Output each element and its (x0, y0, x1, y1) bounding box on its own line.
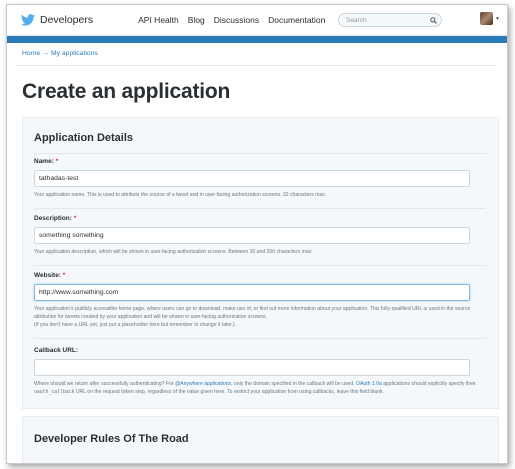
callback-input[interactable] (34, 359, 470, 376)
divider (17, 65, 497, 66)
page-title: Create an application (22, 80, 231, 103)
browser-page: Developers API Health Blog Discussions D… (6, 4, 508, 464)
search-input[interactable] (339, 15, 430, 25)
name-field: Name: * Your application name. This is u… (34, 158, 486, 209)
name-label: Name: * (34, 158, 59, 165)
breadcrumb-my-applications[interactable]: My applications (51, 50, 98, 57)
divider (34, 338, 486, 339)
breadcrumb: Home → My applications (22, 50, 507, 57)
nav-blog[interactable]: Blog (188, 15, 205, 25)
caret-down-icon[interactable]: ▼ (495, 16, 500, 22)
description-help: Your application description, which will… (34, 249, 313, 255)
website-field: Website: * Your application's publicly a… (34, 272, 486, 339)
search-box (338, 13, 442, 27)
name-help: Your application name. This is used to a… (34, 192, 327, 198)
breadcrumb-arrow: → (42, 50, 49, 57)
main-nav: API Health Blog Discussions Documentatio… (138, 15, 334, 25)
description-input[interactable] (34, 227, 470, 244)
divider (34, 208, 486, 209)
callback-field: Callback URL: Where should we return aft… (34, 347, 486, 397)
website-input[interactable] (34, 284, 470, 301)
callback-label: Callback URL: (34, 347, 79, 354)
required-marker: * (62, 272, 66, 279)
divider (34, 265, 486, 266)
developer-rules-panel: Developer Rules Of The Road (22, 416, 499, 463)
divider (34, 153, 487, 154)
website-label: Website: * (34, 272, 66, 279)
top-navigation: Developers API Health Blog Discussions D… (7, 5, 507, 36)
accent-bar (7, 36, 507, 43)
website-help: Your application's publicly accessible h… (34, 306, 471, 328)
nav-documentation[interactable]: Documentation (268, 15, 325, 25)
name-input[interactable] (34, 170, 470, 187)
nav-api-health[interactable]: API Health (138, 15, 179, 25)
brand[interactable]: Developers (21, 14, 93, 26)
avatar[interactable] (480, 12, 493, 25)
description-field: Description: * Your application descript… (34, 215, 486, 266)
required-marker: * (73, 215, 77, 222)
oauth-link[interactable]: OAuth 1.0a (356, 381, 382, 387)
application-details-panel: Application Details Name: * Your applica… (22, 117, 499, 409)
section-heading: Application Details (34, 132, 134, 144)
anywhere-link[interactable]: @Anywhere applications (175, 381, 231, 387)
brand-label: Developers (40, 14, 94, 26)
search-icon[interactable] (430, 16, 437, 24)
required-marker: * (55, 158, 59, 165)
callback-help: Where should we return after successfull… (34, 381, 476, 395)
rules-heading: Developer Rules Of The Road (34, 433, 189, 445)
breadcrumb-home[interactable]: Home (22, 50, 40, 57)
description-label: Description: * (34, 215, 77, 222)
twitter-bird-icon (21, 14, 35, 26)
nav-discussions[interactable]: Discussions (214, 15, 259, 25)
